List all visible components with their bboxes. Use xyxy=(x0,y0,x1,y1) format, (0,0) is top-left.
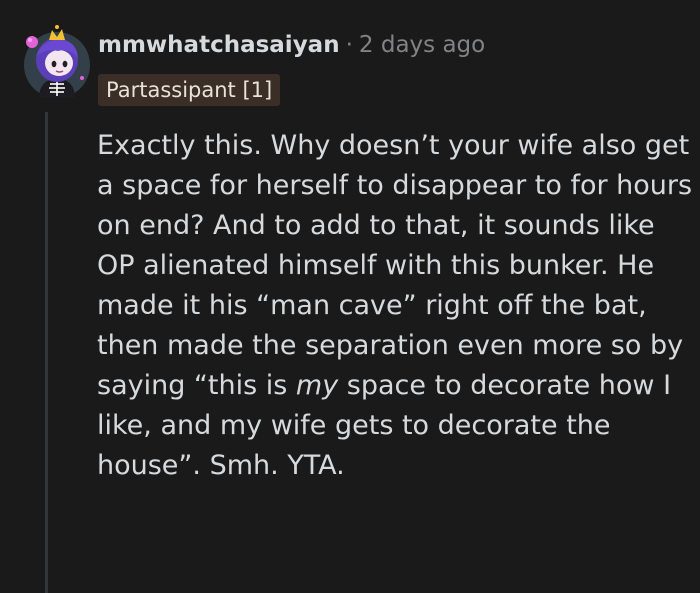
comment-paragraph: Exactly this. Why doesn’t your wife also… xyxy=(97,126,695,486)
meta-separator: · xyxy=(345,32,353,58)
comment-text-part-1: Exactly this. Why doesn’t your wife also… xyxy=(97,130,693,401)
user-flair: Partassipant [1] xyxy=(98,74,281,106)
comment-body: Exactly this. Why doesn’t your wife also… xyxy=(97,126,695,486)
comment-timestamp[interactable]: 2 days ago xyxy=(359,32,485,58)
user-avatar[interactable] xyxy=(22,18,92,100)
thread-collapse-line[interactable] xyxy=(45,112,48,593)
username-link[interactable]: mmwhatchasaiyan xyxy=(98,32,340,58)
comment: mmwhatchasaiyan · 2 days ago Partassipant … xyxy=(0,0,700,593)
snoo-avatar-icon xyxy=(24,25,90,98)
comment-text-emphasis: my xyxy=(295,370,339,401)
comment-header: mmwhatchasaiyan · 2 days ago xyxy=(98,30,485,60)
